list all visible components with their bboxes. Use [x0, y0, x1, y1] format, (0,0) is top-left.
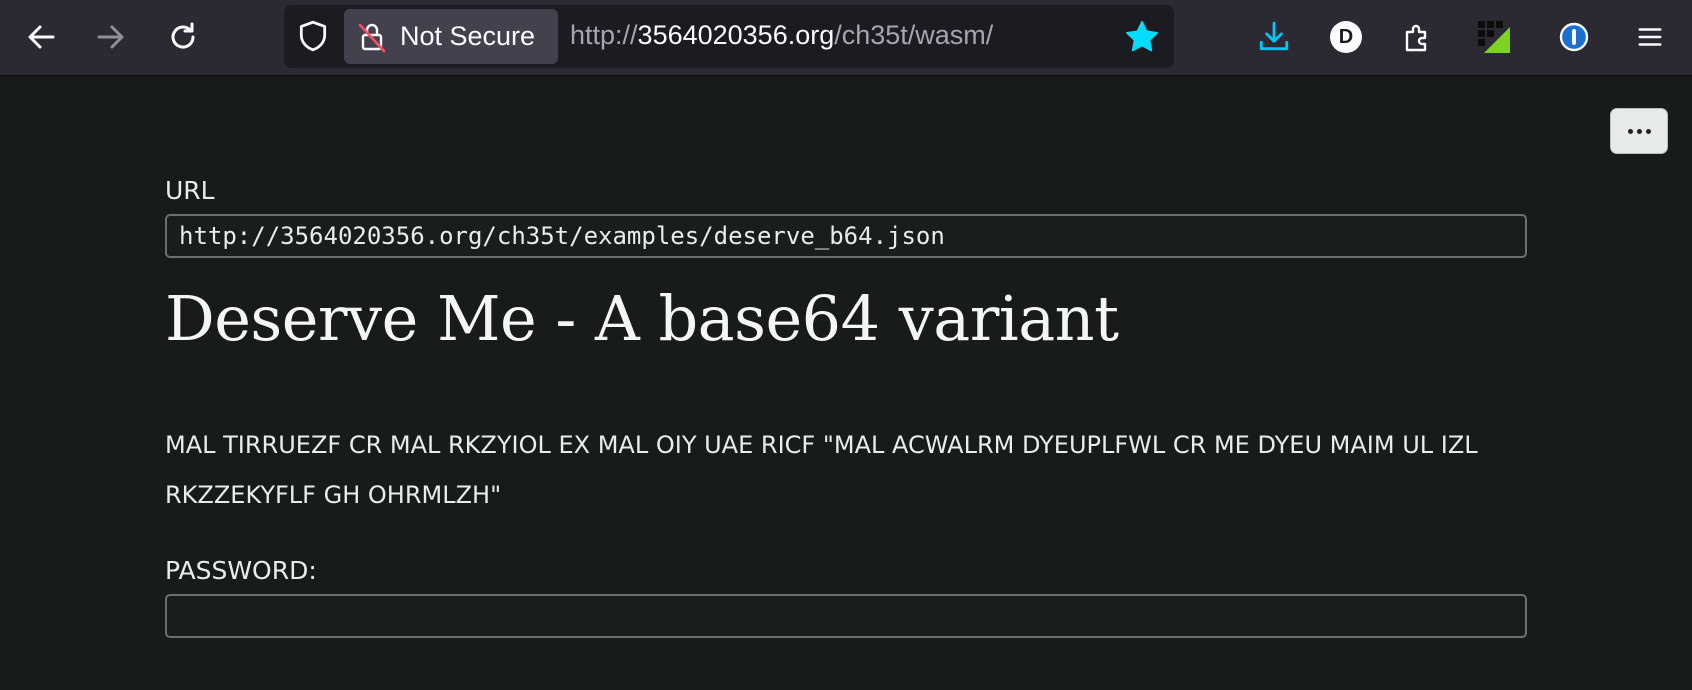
forward-button[interactable] [88, 14, 134, 60]
d-extension-button[interactable]: D [1324, 15, 1368, 59]
ellipsis-dot [1645, 128, 1651, 134]
extensions-button[interactable] [1396, 15, 1440, 59]
url-host: 3564020356.org [637, 20, 835, 50]
password-input[interactable] [165, 594, 1527, 638]
page-title: Deserve Me - A base64 variant [165, 282, 1119, 355]
cipher-text: MAL TIRRUEZF CR MAL RKZYIOL EX MAL OIY U… [165, 431, 1478, 509]
download-icon [1259, 21, 1289, 51]
bookmark-star-icon[interactable] [1124, 19, 1160, 55]
site-security-indicator[interactable]: Not Secure [344, 9, 558, 64]
url-label: URL [165, 176, 215, 205]
ellipsis-dot [1636, 128, 1642, 134]
grid-extension-icon [1478, 21, 1510, 53]
forward-arrow-icon [97, 25, 124, 49]
url-path: /ch35t/wasm/ [834, 20, 994, 50]
security-label: Not Secure [400, 21, 536, 51]
reload-icon [171, 22, 195, 49]
page-options-button[interactable] [1610, 108, 1668, 154]
insecure-lock-icon [358, 23, 386, 53]
app-menu-button[interactable] [1628, 15, 1672, 59]
reload-button[interactable] [160, 14, 206, 60]
back-arrow-icon [28, 25, 55, 49]
address-bar[interactable]: Not Secure http://3564020356.org/ch35t/w… [284, 5, 1174, 68]
browser-toolbar: Not Secure http://3564020356.org/ch35t/w… [0, 0, 1692, 76]
url-scheme: http:// [570, 20, 638, 50]
password-manager-button[interactable] [1552, 15, 1596, 59]
downloads-button[interactable] [1252, 15, 1296, 59]
d-extension-icon: D [1330, 21, 1362, 53]
ellipsis-dot [1627, 128, 1633, 134]
tracking-protection-shield-icon[interactable] [296, 19, 330, 53]
hamburger-menu-icon [1638, 28, 1662, 46]
back-button[interactable] [18, 14, 64, 60]
extensions-puzzle-icon [1405, 24, 1427, 52]
password-label: PASSWORD: [165, 556, 317, 585]
password-manager-icon [1559, 22, 1589, 52]
grid-extension-button[interactable] [1472, 15, 1516, 59]
url-text[interactable]: http://3564020356.org/ch35t/wasm/ [570, 20, 993, 51]
url-input[interactable]: http://3564020356.org/ch35t/examples/des… [165, 214, 1527, 258]
